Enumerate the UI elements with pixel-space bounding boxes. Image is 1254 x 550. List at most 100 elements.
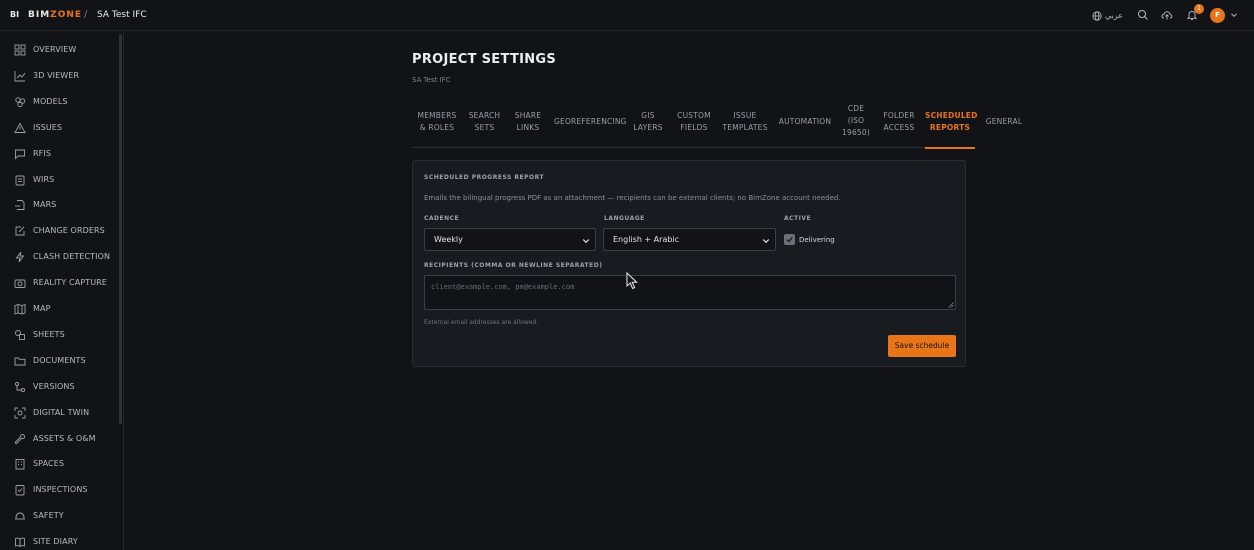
tab-label-line: SETS: [474, 123, 495, 132]
chevron-down-icon[interactable]: [1229, 10, 1239, 20]
globe-icon: [1092, 11, 1102, 21]
sidebar-item-label: ISSUES: [33, 122, 63, 132]
logo-mark[interactable]: BI: [10, 9, 24, 21]
logo-mark-text: BI: [10, 10, 20, 19]
tab-label-line: TEMPLATES: [722, 123, 768, 132]
sidebar-item-documents[interactable]: DOCUMENTS: [0, 352, 118, 370]
tab-automation[interactable]: AUTOMATION: [778, 100, 832, 148]
cadence-value: Weekly: [434, 235, 463, 244]
map-icon: [14, 303, 26, 315]
tab-label-line: FIELDS: [680, 123, 708, 132]
chevron-down-icon: [582, 239, 590, 244]
avatar[interactable]: F: [1210, 8, 1225, 23]
sidebar-item-reality-capture[interactable]: REALITY CAPTURE: [0, 274, 118, 292]
language-value: English + Arabic: [613, 235, 680, 244]
sidebar-item-safety[interactable]: SAFETY: [0, 507, 118, 525]
sidebar-item-digital-twin[interactable]: DIGITAL TWIN: [0, 404, 118, 422]
sidebar-item-site-diary[interactable]: SITE DIARY: [0, 533, 118, 550]
versions-icon: [14, 381, 26, 392]
breadcrumb-project[interactable]: SA Test IFC: [97, 9, 147, 21]
sidebar-item-label: OVERVIEW: [33, 45, 77, 54]
tab-share-links[interactable]: SHARE LINKS: [509, 100, 547, 148]
tab-label-line: 19650): [842, 128, 870, 137]
sidebar-item-rfis[interactable]: RFIS: [0, 145, 118, 163]
tab-issue-templates[interactable]: ISSUE TEMPLATES: [718, 100, 772, 148]
tab-georeferencing[interactable]: GEOREFERENCING: [554, 100, 627, 148]
tab-members-roles[interactable]: MEMBERS & ROLES: [412, 100, 462, 148]
save-schedule-button[interactable]: Save schedule: [888, 335, 956, 357]
recipients-textarea[interactable]: [424, 275, 956, 310]
recipients-hint: External email addresses are allowed.: [424, 319, 539, 326]
tab-general[interactable]: GENERAL: [983, 100, 1025, 148]
sidebar-item-clash-detection[interactable]: CLASH DETECTION: [0, 248, 118, 266]
sidebar-item-sheets[interactable]: SHEETS: [0, 326, 118, 344]
sidebar-item-label: SHEETS: [33, 329, 65, 339]
sidebar-item-inspections[interactable]: INSPECTIONS: [0, 481, 118, 499]
tab-cde-iso[interactable]: CDE (ISO 19650): [838, 100, 874, 148]
sidebar-item-versions[interactable]: VERSIONS: [0, 378, 118, 396]
tab-scheduled-reports[interactable]: SCHEDULED REPORTS: [925, 100, 977, 149]
breadcrumb-separator: /: [84, 9, 88, 20]
tab-label-line: SEARCH: [468, 111, 501, 120]
tab-gis-layers[interactable]: GIS LAYERS: [626, 100, 670, 148]
sidebar-item-mars[interactable]: MARS: [0, 196, 118, 214]
sidebar-item-label: CHANGE ORDERS: [33, 226, 105, 236]
tab-search-sets[interactable]: SEARCH SETS: [467, 100, 502, 148]
camera-icon: [14, 279, 26, 289]
sidebar-item-label: 3D VIEWER: [33, 70, 80, 80]
tab-label-line: CDE: [847, 104, 865, 113]
sidebar-item-change-orders[interactable]: CHANGE ORDERS: [0, 222, 118, 240]
logo-text-b: ZONE: [50, 10, 83, 20]
chart-icon: [14, 70, 26, 82]
warning-icon: [14, 122, 26, 133]
tab-label-line: & ROLES: [419, 123, 455, 132]
tab-label-line: AUTOMATION: [778, 117, 832, 126]
edit-icon: [15, 226, 25, 236]
sidebar-item-label: INSPECTIONS: [33, 485, 88, 495]
sidebar-item-label: RFIS: [33, 148, 51, 158]
sidebar-item-map[interactable]: MAP: [0, 300, 118, 318]
notification-badge: 1: [1194, 4, 1204, 14]
hardhat-icon: [15, 512, 25, 520]
cadence-label: CADENCE: [424, 215, 460, 222]
sidebar-item-issues[interactable]: ISSUES: [0, 119, 118, 137]
active-checkbox[interactable]: [784, 234, 795, 245]
resize-grip-icon[interactable]: [948, 302, 954, 308]
tab-folder-access[interactable]: FOLDER ACCESS: [880, 100, 918, 148]
top-bar: BI BIMZONE / SA Test IFC عربي 1 F: [0, 0, 1254, 31]
card-description: Emails the bilingual progress PDF as an …: [424, 194, 841, 202]
card-title: SCHEDULED PROGRESS REPORT: [424, 174, 545, 181]
logo[interactable]: BIMZONE: [28, 9, 82, 21]
clipboard-icon: [15, 175, 25, 185]
sidebar-item-wirs[interactable]: WIRS: [0, 171, 118, 189]
active-checkbox-label: Delivering: [799, 236, 835, 244]
sidebar-item-models[interactable]: MODELS: [0, 93, 118, 111]
sidebar-item-label: SAFETY: [33, 511, 64, 521]
mouse-cursor-icon: [626, 272, 638, 290]
sidebar-item-overview[interactable]: OVERVIEW: [0, 41, 118, 59]
sidebar-item-assets-o-m[interactable]: ASSETS & O&M: [0, 430, 118, 448]
sidebar-item-label: VERSIONS: [33, 381, 75, 391]
folder-icon: [14, 357, 26, 366]
sidebar-item-label: DOCUMENTS: [33, 355, 86, 365]
sidebar-item-label: REALITY CAPTURE: [33, 278, 107, 288]
sidebar-item-spaces[interactable]: SPACES: [0, 455, 118, 473]
tab-custom-fields[interactable]: CUSTOM FIELDS: [676, 100, 712, 148]
building-icon: [15, 459, 25, 470]
recipients-label: RECIPIENTS (COMMA OR NEWLINE SEPARATED): [424, 262, 603, 269]
page-title: PROJECT SETTINGS: [412, 52, 557, 67]
logo-text-a: BIM: [28, 10, 51, 20]
cloud-upload-icon[interactable]: [1161, 9, 1173, 21]
overview-icon: [14, 44, 26, 56]
active-label: ACTIVE: [784, 215, 812, 222]
language-select[interactable]: English + Arabic: [603, 228, 776, 251]
message-icon: [15, 149, 25, 160]
tab-label-line: GEOREFERENCING: [554, 117, 627, 126]
sheets-icon: [15, 329, 25, 340]
sidebar-scrollbar[interactable]: [119, 34, 122, 424]
sidebar-item-3d-viewer[interactable]: 3D VIEWER: [0, 67, 118, 85]
cadence-select[interactable]: Weekly: [424, 228, 596, 251]
tab-label-line: CUSTOM: [677, 111, 711, 120]
search-icon[interactable]: [1137, 9, 1149, 21]
tab-label-line: ISSUE: [733, 111, 757, 120]
